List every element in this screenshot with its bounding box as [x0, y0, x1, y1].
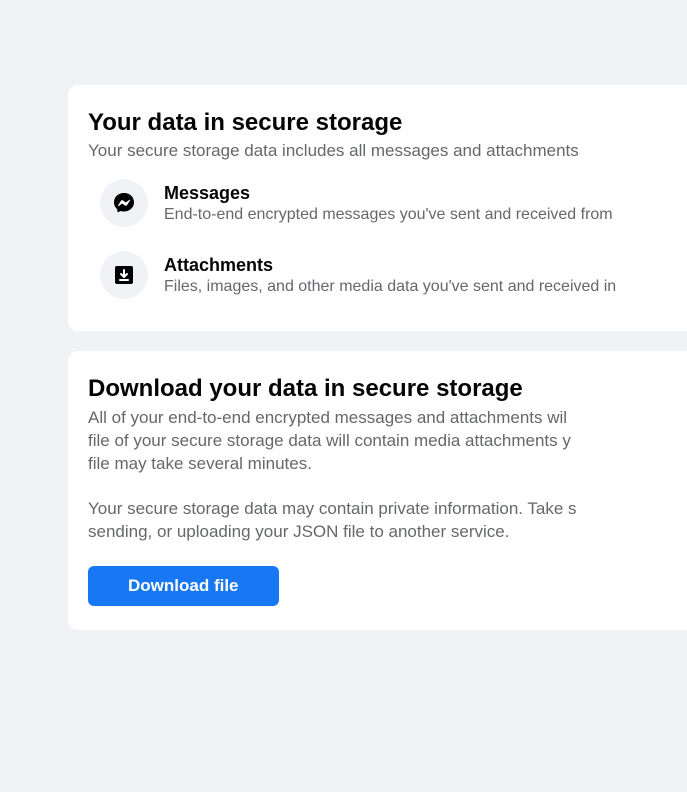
- messages-text: Messages End-to-end encrypted messages y…: [164, 183, 613, 224]
- attachments-item: Attachments Files, images, and other med…: [88, 251, 687, 299]
- attachments-text: Attachments Files, images, and other med…: [164, 255, 616, 296]
- card-subtitle: Your secure storage data includes all me…: [88, 141, 687, 161]
- attachments-title: Attachments: [164, 255, 616, 276]
- download-card-title: Download your data in secure storage: [88, 375, 687, 403]
- download-card-para2: Your secure storage data may contain pri…: [88, 498, 687, 544]
- messenger-icon: [100, 179, 148, 227]
- download-file-button[interactable]: Download file: [88, 566, 279, 606]
- para2-line1: Your secure storage data may contain pri…: [88, 499, 577, 518]
- card-title: Your data in secure storage: [88, 109, 687, 137]
- attachments-desc: Files, images, and other media data you'…: [164, 278, 616, 296]
- messages-title: Messages: [164, 183, 613, 204]
- messages-desc: End-to-end encrypted messages you've sen…: [164, 206, 613, 224]
- para1-line2: file of your secure storage data will co…: [88, 431, 571, 450]
- para2-line2: sending, or uploading your JSON file to …: [88, 522, 509, 541]
- download-file-icon: [100, 251, 148, 299]
- para1-line3: file may take several minutes.: [88, 454, 312, 473]
- messages-item: Messages End-to-end encrypted messages y…: [88, 179, 687, 227]
- download-card-para1: All of your end-to-end encrypted message…: [88, 407, 687, 476]
- download-data-card: Download your data in secure storage All…: [68, 351, 687, 630]
- para1-line1: All of your end-to-end encrypted message…: [88, 408, 567, 427]
- secure-storage-data-card: Your data in secure storage Your secure …: [68, 85, 687, 331]
